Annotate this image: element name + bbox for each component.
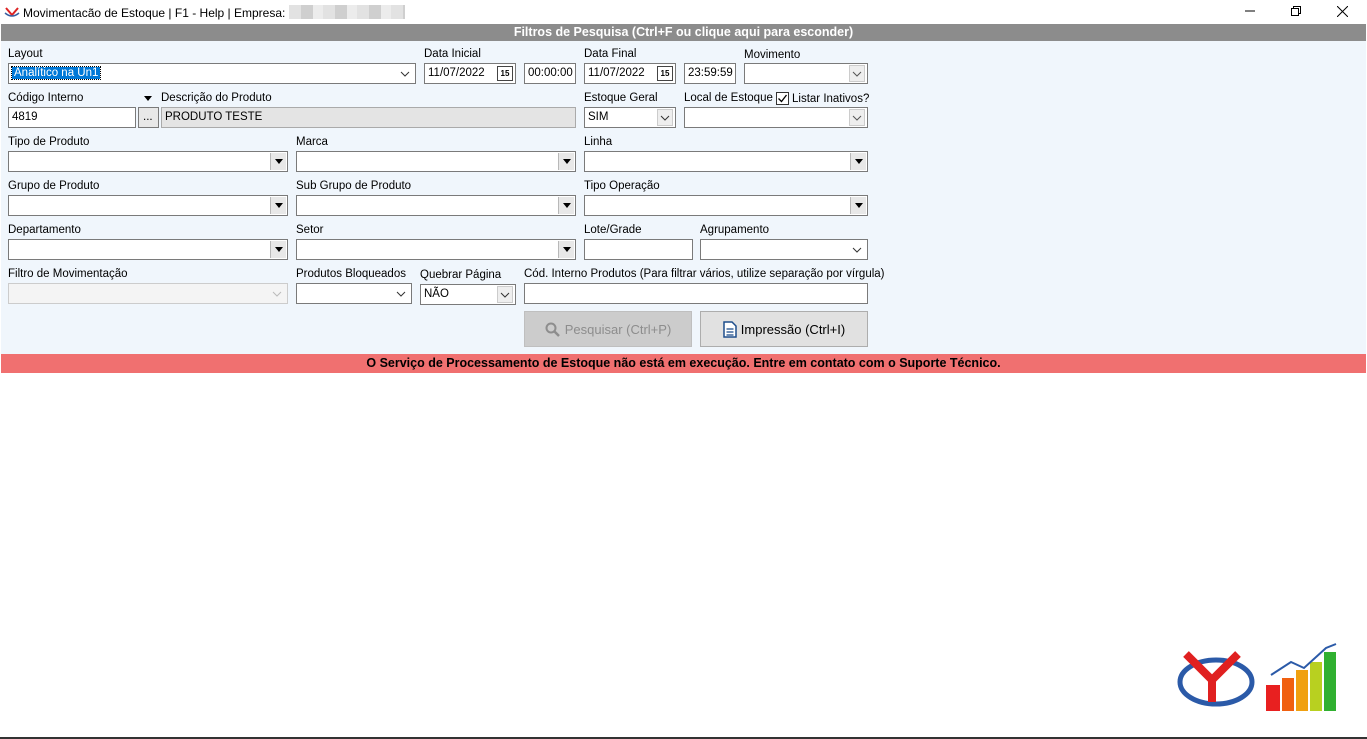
pesquisar-button[interactable]: Pesquisar (Ctrl+P) xyxy=(524,311,692,347)
movimento-label: Movimento xyxy=(744,49,801,61)
setor-label: Setor xyxy=(296,224,324,236)
chevron-down-icon xyxy=(497,286,513,303)
codigo-interno-input[interactable]: 4819 xyxy=(8,107,136,128)
dropdown-arrow-icon xyxy=(270,153,286,170)
estoque-geral-label: Estoque Geral xyxy=(584,92,658,104)
dropdown-arrow-icon[interactable] xyxy=(144,96,152,101)
app-logo-icon xyxy=(4,5,20,19)
dropdown-arrow-icon xyxy=(270,197,286,214)
data-final-date-field[interactable]: 11/07/2022 15 xyxy=(584,63,676,84)
data-final-label: Data Final xyxy=(584,48,637,60)
minimize-button[interactable] xyxy=(1227,0,1273,22)
data-final-time-field[interactable]: 23:59:59 xyxy=(684,63,736,84)
dropdown-arrow-icon xyxy=(558,241,574,258)
company-logo xyxy=(1176,640,1356,715)
tipo-operacao-select[interactable] xyxy=(584,195,868,216)
produtos-bloqueados-label: Produtos Bloqueados xyxy=(296,268,406,280)
descricao-field: PRODUTO TESTE xyxy=(161,107,576,128)
lote-grade-input[interactable] xyxy=(584,239,693,260)
filters-panel: Layout Analítico na Un1 Data Inicial 11/… xyxy=(1,41,1366,354)
data-inicial-time-field[interactable]: 00:00:00 xyxy=(524,63,576,84)
departamento-label: Departamento xyxy=(8,224,81,236)
window-title: Movimentacão de Estoque | F1 - Help | Em… xyxy=(23,5,405,20)
cod-interno-produtos-label: Cód. Interno Produtos (Para filtrar vári… xyxy=(524,268,885,280)
impressao-button[interactable]: Impressão (Ctrl+I) xyxy=(700,311,868,347)
data-inicial-label: Data Inicial xyxy=(424,48,481,60)
movimento-select[interactable] xyxy=(744,63,868,84)
sub-grupo-label: Sub Grupo de Produto xyxy=(296,180,412,192)
local-estoque-select[interactable] xyxy=(684,107,868,128)
dropdown-arrow-icon xyxy=(558,153,574,170)
marca-select[interactable] xyxy=(296,151,576,172)
filtro-movimentacao-select[interactable] xyxy=(8,283,288,304)
marca-label: Marca xyxy=(296,136,328,148)
descricao-label: Descrição do Produto xyxy=(161,92,272,104)
listar-inativos-checkbox[interactable]: Listar Inativos? xyxy=(776,92,869,105)
agrupamento-label: Agrupamento xyxy=(700,224,770,236)
dropdown-arrow-icon xyxy=(850,153,866,170)
departamento-select[interactable] xyxy=(8,239,288,260)
chevron-down-icon xyxy=(393,285,409,302)
quebrar-pagina-label: Quebrar Página xyxy=(420,269,502,281)
search-icon xyxy=(545,322,560,337)
chevron-down-icon xyxy=(657,109,673,126)
chevron-down-icon xyxy=(849,241,865,258)
filtro-movimentacao-label: Filtro de Movimentação xyxy=(8,268,128,280)
minimize-icon xyxy=(1245,10,1255,12)
chevron-down-icon xyxy=(849,65,865,82)
codigo-interno-label: Código Interno xyxy=(8,92,84,104)
checkbox-checked-icon xyxy=(776,92,789,105)
linha-label: Linha xyxy=(584,136,613,148)
layout-label: Layout xyxy=(8,48,43,60)
filters-header[interactable]: Filtros de Pesquisa (Ctrl+F ou clique aq… xyxy=(1,24,1366,41)
lote-grade-label: Lote/Grade xyxy=(584,224,642,236)
setor-select[interactable] xyxy=(296,239,576,260)
calendar-icon[interactable]: 15 xyxy=(497,66,513,81)
redacted-company xyxy=(288,5,405,19)
title-bar: Movimentacão de Estoque | F1 - Help | Em… xyxy=(0,0,1367,24)
document-icon xyxy=(723,320,737,338)
agrupamento-select[interactable] xyxy=(700,239,868,260)
restore-button[interactable] xyxy=(1273,0,1319,22)
grupo-produto-label: Grupo de Produto xyxy=(8,180,100,192)
chevron-down-icon xyxy=(397,65,413,82)
chevron-down-icon xyxy=(849,109,865,126)
data-inicial-date-field[interactable]: 11/07/2022 15 xyxy=(424,63,516,84)
codigo-lookup-button[interactable]: ... xyxy=(138,107,159,128)
chevron-down-icon xyxy=(269,285,285,302)
cod-interno-produtos-input[interactable] xyxy=(524,283,868,304)
calendar-icon[interactable]: 15 xyxy=(657,66,673,81)
dropdown-arrow-icon xyxy=(270,241,286,258)
dropdown-arrow-icon xyxy=(850,197,866,214)
close-icon xyxy=(1336,5,1348,17)
close-button[interactable] xyxy=(1319,0,1365,22)
restore-icon xyxy=(1291,6,1301,16)
grupo-produto-select[interactable] xyxy=(8,195,288,216)
sub-grupo-select[interactable] xyxy=(296,195,576,216)
quebrar-pagina-select[interactable]: NÃO xyxy=(420,284,516,305)
local-estoque-label: Local de Estoque xyxy=(684,92,773,104)
tipo-produto-label: Tipo de Produto xyxy=(8,136,90,148)
status-message: O Serviço de Processamento de Estoque nã… xyxy=(1,354,1366,373)
tipo-produto-select[interactable] xyxy=(8,151,288,172)
dropdown-arrow-icon xyxy=(558,197,574,214)
estoque-geral-select[interactable]: SIM xyxy=(584,107,676,128)
layout-select[interactable]: Analítico na Un1 xyxy=(8,63,416,84)
tipo-operacao-label: Tipo Operação xyxy=(584,180,660,192)
linha-select[interactable] xyxy=(584,151,868,172)
produtos-bloqueados-select[interactable] xyxy=(296,283,412,304)
